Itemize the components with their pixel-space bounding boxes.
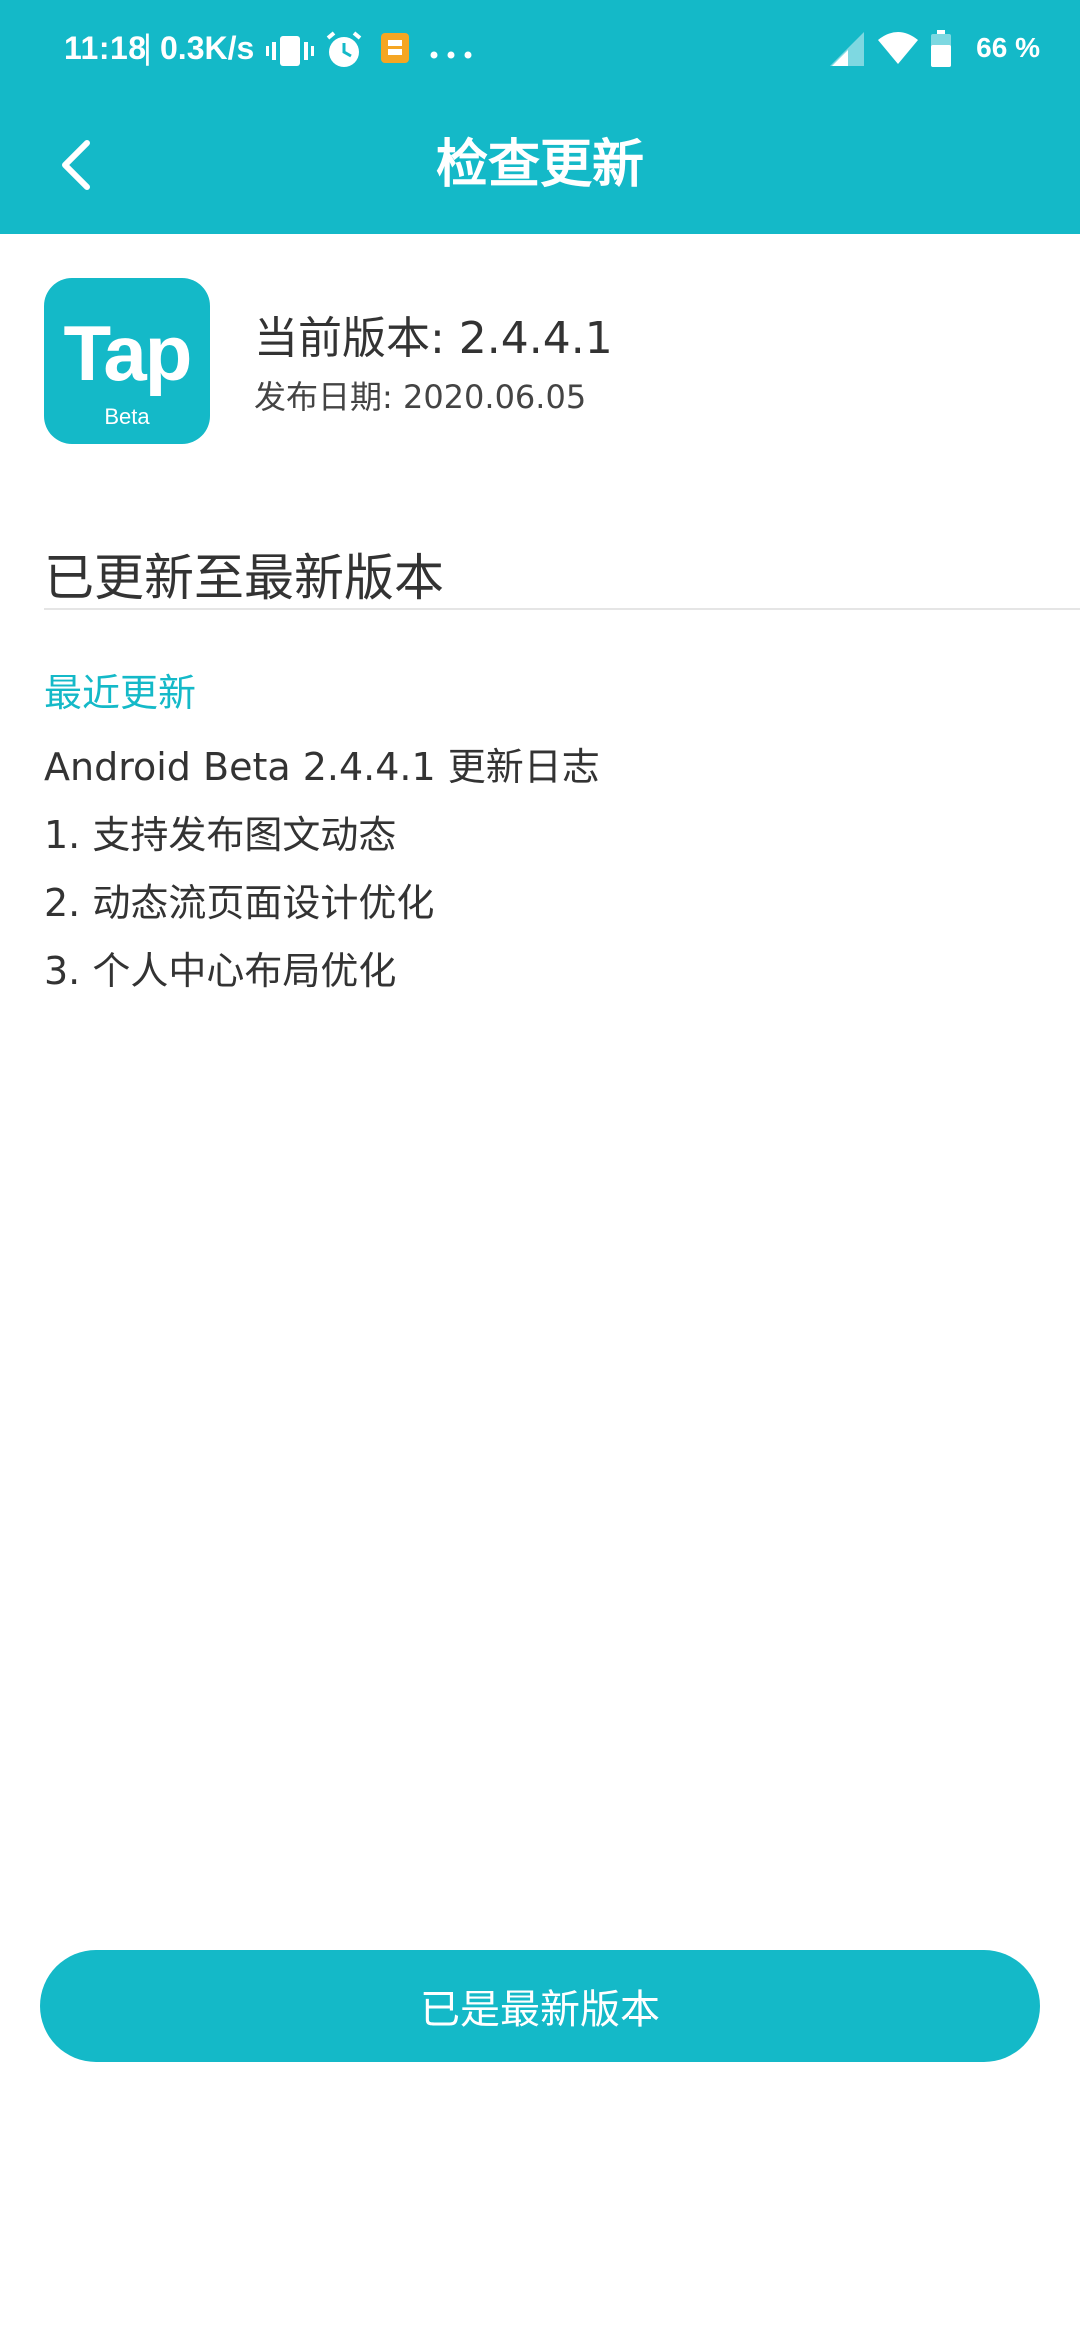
alarm-icon	[324, 30, 364, 74]
header: 11:18 | 0.3K/s 66 % 检查更新	[0, 0, 1080, 234]
wifi-icon	[876, 30, 920, 70]
release-date: 发布日期: 2020.06.05	[254, 378, 587, 416]
battery-icon	[930, 30, 952, 72]
notification-app-icon	[380, 32, 410, 68]
logo-text: Tap	[63, 309, 193, 397]
latest-version-button[interactable]: 已是最新版本	[40, 1950, 1040, 2062]
navigation-bar: 检查更新	[0, 100, 1080, 234]
divider	[44, 608, 1080, 610]
changelog-line: 2. 动态流页面设计优化	[44, 881, 435, 925]
logo-subtext: Beta	[104, 404, 150, 429]
battery-percent: 66 %	[976, 32, 1040, 63]
changelog-label: 最近更新	[44, 671, 197, 715]
more-dots-icon	[430, 44, 472, 63]
status-time: 11:18	[64, 30, 147, 66]
vibrate-icon	[266, 34, 314, 72]
signal-icon	[828, 30, 866, 72]
changelog-line: 3. 个人中心布局优化	[44, 949, 397, 993]
status-separator: |	[142, 28, 153, 66]
changelog-line: Android Beta 2.4.4.1 更新日志	[44, 745, 600, 789]
status-net-speed: 0.3K/s	[160, 30, 255, 66]
app-logo: Tap Beta	[44, 278, 210, 444]
page-title: 检查更新	[435, 135, 644, 195]
status-bar: 11:18 | 0.3K/s 66 %	[0, 0, 1080, 100]
current-version: 当前版本: 2.4.4.1	[254, 313, 613, 364]
changelog-line: 1. 支持发布图文动态	[44, 813, 397, 857]
update-status: 已更新至最新版本	[44, 549, 444, 607]
